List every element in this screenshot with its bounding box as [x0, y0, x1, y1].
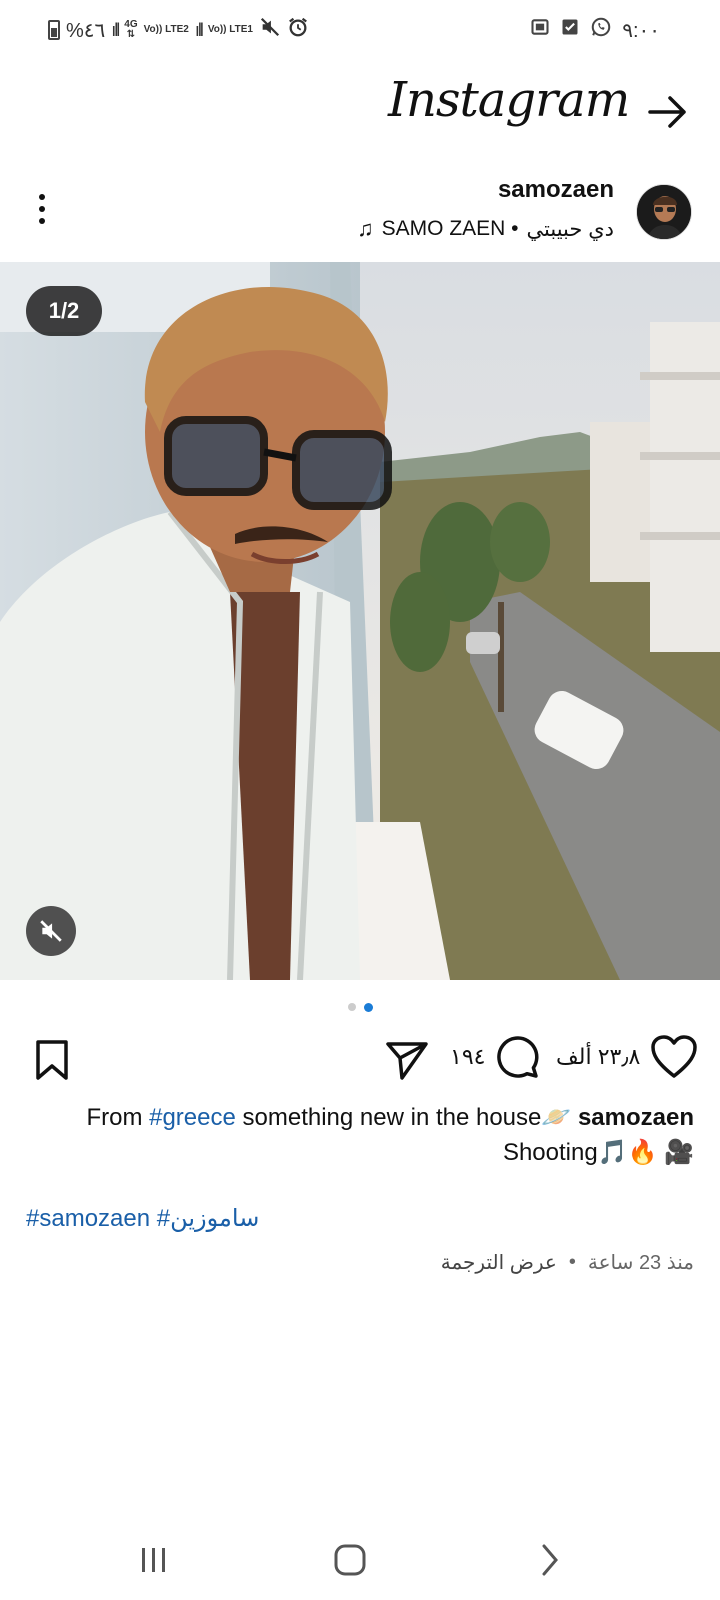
signal-icon: ıll [111, 19, 120, 40]
audio-track: دي حبيبتي [526, 217, 614, 241]
avatar[interactable] [636, 184, 692, 240]
post-image[interactable]: 1/2 [0, 262, 720, 980]
image-counter: 1/2 [26, 286, 102, 336]
caption-emoji: 🪐 [541, 1104, 572, 1131]
post-time-ago: منذ 23 ساعة [587, 1252, 694, 1274]
home-button[interactable] [320, 1530, 380, 1590]
recent-apps-button[interactable] [124, 1530, 184, 1590]
carousel-dot-1 [347, 1003, 356, 1011]
post-caption: samozaen 🪐From #greece something new in … [14, 1100, 694, 1170]
audio-info[interactable]: ♫ SAMO ZAEN • دي حبيبتي [357, 216, 614, 242]
signal-icon-2: ıll [194, 19, 204, 40]
chevron-right-icon [542, 1544, 558, 1576]
more-options-icon[interactable] [28, 188, 56, 238]
music-note-icon: ♫ [357, 216, 374, 241]
whatsapp-icon [590, 16, 612, 44]
post-meta: منذ 23 ساعة • عرض الترجمة [441, 1250, 694, 1275]
mute-status-icon [259, 16, 281, 44]
status-bar: %٤٦ ıll 4G ⇅ Vo)) LTE2 ıll Vo)) LTE1 ٩:٠٠ [0, 0, 720, 58]
carousel-dot-2-active [363, 1003, 373, 1012]
like-count: ٢٣٫٨ ألف [556, 1044, 641, 1069]
recent-apps-icon [142, 1548, 165, 1572]
share-button[interactable] [384, 1036, 430, 1082]
checkbox-icon [560, 17, 580, 43]
screenshot-icon [530, 17, 550, 43]
like-button[interactable]: ٢٣٫٨ ألف [556, 1034, 698, 1080]
volume-off-icon [40, 920, 62, 942]
meta-separator: • [568, 1251, 576, 1273]
action-bar: ١٩٤ ٢٣٫٨ ألف [0, 1030, 720, 1090]
bookmark-icon [36, 1040, 68, 1080]
send-icon [386, 1042, 428, 1080]
audio-artist: SAMO ZAEN • [381, 217, 519, 240]
system-nav-bar [0, 1520, 720, 1600]
back-button[interactable] [520, 1530, 580, 1590]
hashtag-greece[interactable]: #greece [149, 1104, 236, 1131]
comment-icon [497, 1036, 539, 1078]
lte2-indicator: Vo)) LTE2 [143, 24, 189, 35]
status-bar-left: %٤٦ ıll 4G ⇅ Vo)) LTE2 ıll Vo)) LTE1 [48, 16, 309, 44]
back-arrow-icon[interactable] [644, 88, 692, 136]
home-icon [334, 1544, 366, 1576]
alarm-icon [287, 16, 309, 44]
caption-username[interactable]: samozaen [578, 1104, 694, 1131]
see-translation-link[interactable]: عرض الترجمة [441, 1250, 557, 1275]
instagram-logo: Instagram [388, 72, 630, 128]
caption-text: From #greece something new in the house [86, 1104, 542, 1131]
carousel-indicator [0, 1003, 720, 1012]
clock-time: ٩:٠٠ [622, 19, 660, 42]
post-header: samozaen ♫ SAMO ZAEN • دي حبيبتي [0, 170, 720, 260]
status-bar-right: ٩:٠٠ [530, 16, 660, 44]
network-type: 4G ⇅ [124, 19, 138, 40]
caption-line2: Shooting🎵🔥 🎥 [502, 1139, 694, 1166]
comment-count: ١٩٤ [450, 1044, 486, 1069]
heart-icon [651, 1035, 698, 1078]
lte1-indicator: Vo)) LTE1 [207, 24, 253, 35]
mute-toggle-button[interactable] [26, 906, 76, 956]
comment-button[interactable]: ١٩٤ [450, 1034, 541, 1080]
battery-icon [48, 20, 60, 40]
save-button[interactable] [30, 1038, 74, 1082]
caption-hashtags[interactable]: #samozaen #ساموزين [26, 1204, 259, 1233]
app-header: Instagram [0, 58, 720, 168]
battery-percent: %٤٦ [66, 19, 106, 42]
post-username[interactable]: samozaen [498, 176, 614, 204]
